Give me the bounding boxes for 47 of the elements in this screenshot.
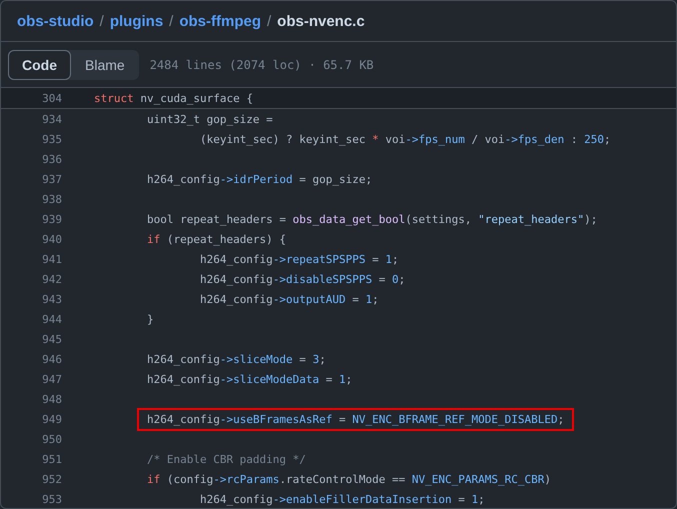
line-number: 944 — [41, 312, 62, 326]
line-number: 946 — [41, 352, 62, 366]
line-number: 942 — [41, 272, 62, 286]
line-number: 939 — [41, 212, 62, 226]
breadcrumb-link[interactable]: obs-studio — [17, 12, 94, 30]
code-line: h264_config->repeatSPSPPS = 1; — [200, 252, 399, 266]
code-line: if (repeat_headers) { — [146, 232, 286, 246]
line-number: 934 — [41, 112, 62, 126]
line-number: 948 — [41, 392, 62, 406]
line-number: 941 — [41, 252, 62, 266]
line-number: 943 — [41, 292, 62, 306]
line-number: 945 — [41, 332, 62, 346]
code-line: h264_config->idrPeriod = gop_size; — [146, 172, 372, 186]
code-line: h264_config->disableSPSPPS = 0; — [200, 272, 406, 286]
code-line: bool repeat_headers = obs_data_get_bool(settings, "repeat_headers"); — [146, 212, 598, 226]
code-line: (keyint_sec) ? keyint_sec * voi->fps_num / voi->fps_den : 250; — [200, 132, 611, 146]
code-line: h264_config->sliceMode = 3; — [146, 352, 326, 366]
path-separator: / — [169, 12, 174, 30]
code-line: uint32_t gop_size = — [146, 112, 273, 126]
code-line: if (config->rcParams.rateControlMode == NV_ENC_PARAMS_RC_CBR) — [146, 472, 551, 486]
view-tab[interactable]: Blame — [71, 50, 139, 80]
path-separator: / — [267, 12, 272, 30]
line-number: 953 — [41, 492, 62, 506]
file-name: obs-nvenc.c — [277, 12, 365, 30]
code-line: h264_config->sliceModeData = 1; — [146, 372, 352, 386]
line-number: 950 — [41, 432, 62, 446]
line-number: 940 — [41, 232, 62, 246]
breadcrumb-link[interactable]: obs-ffmpeg — [179, 12, 261, 30]
line-number: 952 — [41, 472, 62, 486]
code-line: } — [146, 312, 154, 326]
line-number: 936 — [41, 152, 62, 166]
line-number: 947 — [41, 372, 62, 386]
code-line: h264_config->enableFillerDataInsertion = 1; — [200, 492, 485, 506]
breadcrumb-link[interactable]: plugins — [110, 12, 164, 30]
code-line: h264_config->outputAUD = 1; — [200, 292, 379, 306]
file-info: 2484 lines (2074 loc) · 65.7 KB — [150, 58, 374, 72]
view-tab[interactable]: Code — [8, 50, 71, 80]
path-separator: / — [100, 12, 104, 30]
code-line: struct nv_cuda_surface { — [94, 92, 253, 104]
line-number: 938 — [41, 192, 62, 206]
line-number: 935 — [41, 132, 62, 146]
line-number: 304 — [41, 92, 62, 104]
line-number: 949 — [41, 412, 62, 426]
line-number: 937 — [41, 172, 62, 186]
line-number: 951 — [41, 452, 62, 466]
code-line: /* Enable CBR padding */ — [146, 452, 306, 466]
code-line: h264_config->useBFramesAsRef = NV_ENC_BFRAME_REF_MODE_DISABLED; — [138, 410, 572, 428]
